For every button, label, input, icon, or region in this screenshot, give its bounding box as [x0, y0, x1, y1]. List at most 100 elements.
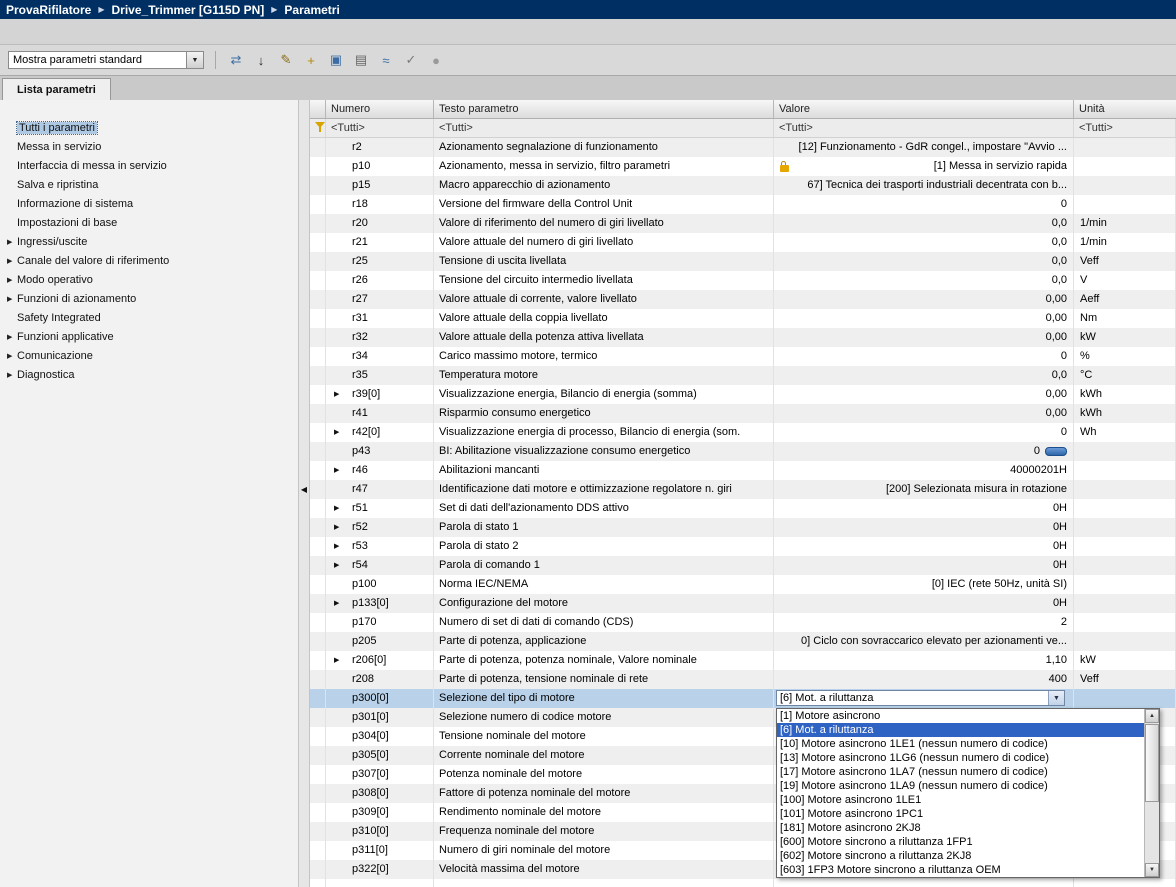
- param-value[interactable]: 0H: [774, 518, 1074, 537]
- param-value[interactable]: 0H: [774, 499, 1074, 518]
- collapse-sidebar-icon[interactable]: ◀: [299, 485, 309, 494]
- table-row[interactable]: ▶p133[0]Configurazione del motore0H: [310, 594, 1176, 613]
- param-value[interactable]: [6] Mot. a riluttanza▼: [774, 689, 1074, 708]
- dropdown-option[interactable]: [101] Motore asincrono 1PC1: [777, 807, 1144, 821]
- param-value[interactable]: 0,0: [774, 271, 1074, 290]
- param-value[interactable]: 0: [774, 423, 1074, 442]
- filter-cell[interactable]: <Tutti>: [774, 119, 1074, 137]
- table-row[interactable]: r2Azionamento segnalazione di funzioname…: [310, 138, 1176, 157]
- download-parameters-icon[interactable]: ↓: [252, 51, 270, 69]
- param-value[interactable]: [200] Selezionata misura in rotazione: [774, 480, 1074, 499]
- save-icon[interactable]: ▣: [327, 51, 345, 69]
- param-value[interactable]: 2: [774, 613, 1074, 632]
- table-row[interactable]: ▶r53Parola di stato 20H: [310, 537, 1176, 556]
- param-value[interactable]: 0,00: [774, 328, 1074, 347]
- scroll-down-icon[interactable]: ▼: [1145, 863, 1159, 877]
- param-value[interactable]: 0,00: [774, 385, 1074, 404]
- param-value[interactable]: 0H: [774, 594, 1074, 613]
- dropdown-option[interactable]: [13] Motore asincrono 1LG6 (nessun numer…: [777, 751, 1144, 765]
- expand-icon[interactable]: ▶: [334, 461, 339, 480]
- sidebar-item-tutti-i-parametri[interactable]: Tutti i parametri: [0, 118, 298, 137]
- table-row[interactable]: ▶r54Parola di comando 10H: [310, 556, 1176, 575]
- table-row[interactable]: ▶r46Abilitazioni mancanti40000201H: [310, 461, 1176, 480]
- sidebar-item-canale-del-valore-di-riferimento[interactable]: ▶Canale del valore di riferimento: [0, 251, 298, 270]
- sidebar-item-interfaccia-di-messa-in-servizio[interactable]: Interfaccia di messa in servizio: [0, 156, 298, 175]
- new-object-icon[interactable]: +: [302, 51, 320, 69]
- param-value[interactable]: 67] Tecnica dei trasporti industriali de…: [774, 176, 1074, 195]
- tab-lista-parametri[interactable]: Lista parametri: [2, 78, 111, 100]
- expand-icon[interactable]: ▶: [334, 556, 339, 575]
- column-header-valore[interactable]: Valore: [774, 100, 1074, 118]
- breadcrumb-item-parametri[interactable]: Parametri: [284, 3, 339, 17]
- param-value[interactable]: 0: [774, 442, 1074, 461]
- motor-type-combobox[interactable]: [6] Mot. a riluttanza▼: [776, 690, 1065, 706]
- breadcrumb-item-provarifilatore[interactable]: ProvaRifilatore: [6, 3, 91, 17]
- table-row[interactable]: r32Valore attuale della potenza attiva l…: [310, 328, 1176, 347]
- param-value[interactable]: 0,0: [774, 233, 1074, 252]
- table-row[interactable]: r208Parte di potenza, tensione nominale …: [310, 670, 1176, 689]
- param-value[interactable]: [0] IEC (rete 50Hz, unità SI): [774, 575, 1074, 594]
- expand-icon[interactable]: ▶: [334, 499, 339, 518]
- param-value[interactable]: [12] Funzionamento - GdR congel., impost…: [774, 138, 1074, 157]
- dropdown-option[interactable]: [100] Motore asincrono 1LE1: [777, 793, 1144, 807]
- dropdown-option[interactable]: [19] Motore asincrono 1LA9 (nessun numer…: [777, 779, 1144, 793]
- table-row[interactable]: p43BI: Abilitazione visualizzazione cons…: [310, 442, 1176, 461]
- param-value[interactable]: 0H: [774, 537, 1074, 556]
- table-row[interactable]: ▶r52Parola di stato 10H: [310, 518, 1176, 537]
- sidebar-item-ingressi-uscite[interactable]: ▶Ingressi/uscite: [0, 232, 298, 251]
- scrollbar-thumb[interactable]: [1145, 724, 1159, 802]
- param-value[interactable]: 0,0: [774, 252, 1074, 271]
- dropdown-option[interactable]: [602] Motore sincrono a riluttanza 2KJ8: [777, 849, 1144, 863]
- table-row[interactable]: p100Norma IEC/NEMA[0] IEC (rete 50Hz, un…: [310, 575, 1176, 594]
- table-row[interactable]: r26Tensione del circuito intermedio live…: [310, 271, 1176, 290]
- table-row[interactable]: ▶r51Set di dati dell'azionamento DDS att…: [310, 499, 1176, 518]
- param-value[interactable]: 0,00: [774, 404, 1074, 423]
- param-value[interactable]: 40000201H: [774, 461, 1074, 480]
- table-row[interactable]: r18Versione del firmware della Control U…: [310, 195, 1176, 214]
- table-row[interactable]: r27Valore attuale di corrente, valore li…: [310, 290, 1176, 309]
- param-value[interactable]: [774, 879, 1074, 887]
- breadcrumb-item-drive-trimmer-g115d-pn[interactable]: Drive_Trimmer [G115D PN]: [112, 3, 265, 17]
- expand-icon[interactable]: ▶: [334, 594, 339, 613]
- dropdown-option[interactable]: [600] Motore sincrono a riluttanza 1FP1: [777, 835, 1144, 849]
- dropdown-option[interactable]: [603] 1FP3 Motore sincrono a riluttanza …: [777, 863, 1144, 877]
- table-row[interactable]: r31Valore attuale della coppia livellato…: [310, 309, 1176, 328]
- dropdown-scrollbar[interactable]: ▲ ▼: [1144, 709, 1159, 877]
- combobox-dropdown-button[interactable]: ▼: [1048, 691, 1064, 705]
- table-row[interactable]: r41Risparmio consumo energetico0,00kWh: [310, 404, 1176, 423]
- filter-cell[interactable]: <Tutti>: [434, 119, 774, 137]
- table-row[interactable]: p15Macro apparecchio di azionamento67] T…: [310, 176, 1176, 195]
- expand-icon[interactable]: ▶: [334, 423, 339, 442]
- sidebar-item-comunicazione[interactable]: ▶Comunicazione: [0, 346, 298, 365]
- sidebar-item-messa-in-servizio[interactable]: Messa in servizio: [0, 137, 298, 156]
- table-row[interactable]: p170Numero di set di dati di comando (CD…: [310, 613, 1176, 632]
- sidebar-item-funzioni-applicative[interactable]: ▶Funzioni applicative: [0, 327, 298, 346]
- table-row[interactable]: ▶r39[0]Visualizzazione energia, Bilancio…: [310, 385, 1176, 404]
- sidebar-item-impostazioni-di-base[interactable]: Impostazioni di base: [0, 213, 298, 232]
- sidebar-item-modo-operativo[interactable]: ▶Modo operativo: [0, 270, 298, 289]
- table-row[interactable]: p205Parte di potenza, applicazione0] Cic…: [310, 632, 1176, 651]
- accept-icon[interactable]: ✓: [402, 51, 420, 69]
- sidebar-item-safety-integrated[interactable]: Safety Integrated: [0, 308, 298, 327]
- table-row[interactable]: r35Temperatura motore0,0°C: [310, 366, 1176, 385]
- table-row[interactable]: r47Identificazione dati motore e ottimiz…: [310, 480, 1176, 499]
- param-value[interactable]: 0,0: [774, 366, 1074, 385]
- sidebar-item-informazione-di-sistema[interactable]: Informazione di sistema: [0, 194, 298, 213]
- expand-icon[interactable]: ▶: [334, 518, 339, 537]
- column-header-numero[interactable]: Numero: [326, 100, 434, 118]
- param-value[interactable]: 0H: [774, 556, 1074, 575]
- parameter-view-select[interactable]: Mostra parametri standard ▼: [8, 51, 204, 69]
- edit-export-icon[interactable]: ✎: [277, 51, 295, 69]
- filter-cell[interactable]: <Tutti>: [1074, 119, 1176, 137]
- param-value[interactable]: 0,00: [774, 290, 1074, 309]
- param-value[interactable]: 0: [774, 347, 1074, 366]
- expand-icon[interactable]: ▶: [334, 651, 339, 670]
- table-row[interactable]: r21Valore attuale del numero di giri liv…: [310, 233, 1176, 252]
- param-value[interactable]: 1,10: [774, 651, 1074, 670]
- new-document-icon[interactable]: ▤: [352, 51, 370, 69]
- trace-icon[interactable]: ≈: [377, 51, 395, 69]
- param-value[interactable]: 400: [774, 670, 1074, 689]
- expand-icon[interactable]: ▶: [334, 537, 339, 556]
- chevron-down-icon[interactable]: ▼: [186, 52, 203, 68]
- sidebar-item-salva-e-ripristina[interactable]: Salva e ripristina: [0, 175, 298, 194]
